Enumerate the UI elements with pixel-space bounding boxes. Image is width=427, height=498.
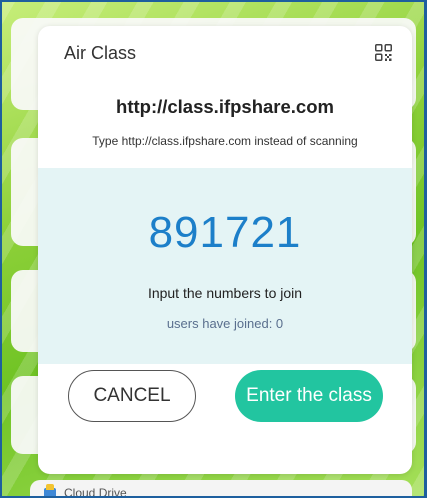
join-url: http://class.ifpshare.com bbox=[116, 96, 334, 117]
qr-code-icon[interactable] bbox=[375, 44, 392, 61]
cloud-drive-icon bbox=[44, 483, 56, 498]
dialog-title: Air Class bbox=[64, 43, 137, 63]
url-hint: Type http://class.ifpshare.com instead o… bbox=[92, 134, 358, 148]
air-class-dialog: Air Class http://class.ifpshare.com Type… bbox=[38, 26, 412, 474]
join-instruction: Input the numbers to join bbox=[147, 285, 303, 301]
cloud-drive-item[interactable]: Cloud Drive bbox=[30, 480, 412, 498]
enter-class-button[interactable]: Enter the class bbox=[235, 370, 383, 422]
cancel-button[interactable]: CANCEL bbox=[68, 370, 196, 422]
cloud-drive-label: Cloud Drive bbox=[64, 486, 127, 498]
class-code-panel: 891721 Input the numbers to join users h… bbox=[38, 168, 412, 364]
users-joined-count: users have joined: 0 bbox=[166, 316, 284, 331]
class-code: 891721 bbox=[148, 208, 302, 257]
